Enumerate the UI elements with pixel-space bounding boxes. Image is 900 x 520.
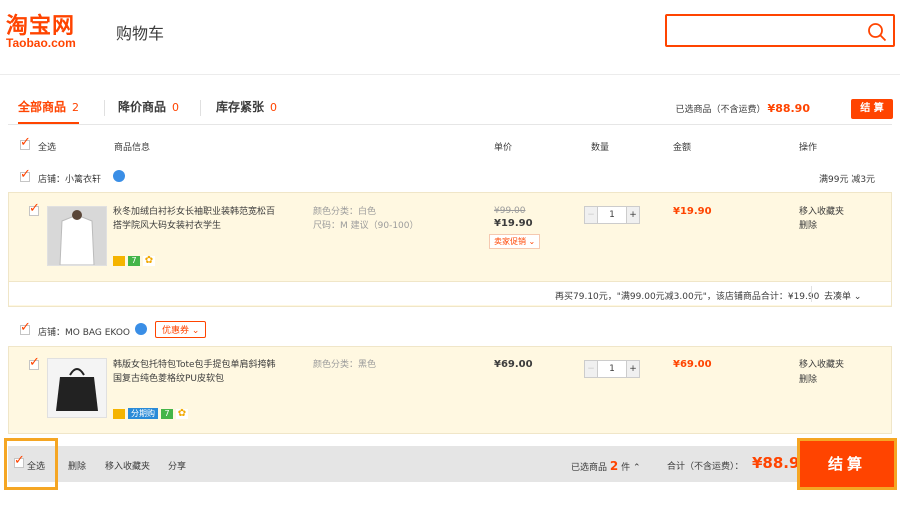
- checkout-button[interactable]: 结算: [797, 438, 897, 490]
- quantity-stepper[interactable]: − 1 +: [584, 206, 640, 224]
- handbag-icon: [48, 359, 106, 417]
- selected-count-unit: 件: [621, 463, 631, 473]
- selected-summary: 已选商品（不含运费） ¥88.90: [676, 102, 810, 115]
- search-input[interactable]: [665, 14, 895, 47]
- select-all-checkbox[interactable]: [20, 135, 31, 150]
- selected-summary-amount: ¥88.90: [767, 102, 810, 115]
- tab-low-stock-label: 库存紧张: [216, 100, 265, 114]
- installment-badge[interactable]: 分期购: [128, 408, 158, 419]
- quantity-input[interactable]: 1: [597, 361, 627, 377]
- taobao-logo-en[interactable]: Taobao.com: [6, 36, 76, 50]
- selected-summary-label: 已选商品（不含运费）: [675, 105, 766, 115]
- top-checkout-button[interactable]: 结 算: [851, 99, 893, 119]
- quantity-input[interactable]: 1: [597, 207, 627, 223]
- seven-day-return-icon[interactable]: 7: [128, 256, 140, 266]
- page-title: 购物车: [116, 24, 165, 43]
- tab-underline: [8, 124, 892, 125]
- coupon-label: 优惠券: [162, 326, 190, 336]
- shop-name[interactable]: 店铺：小篱衣轩: [38, 172, 101, 185]
- seller-promo-label: 卖家促销: [494, 237, 526, 246]
- add-more-link[interactable]: 去凑单 ⌄: [824, 289, 861, 302]
- original-price: ¥99.00: [494, 206, 526, 216]
- product-image[interactable]: [47, 206, 107, 266]
- chevron-down-icon: ⌄: [528, 237, 536, 246]
- footer-divider: [811, 286, 812, 302]
- col-select-all[interactable]: 全选: [38, 140, 56, 153]
- chevron-down-icon: ⌄: [853, 292, 862, 302]
- header-divider: [0, 74, 900, 75]
- tab-all[interactable]: 全部商品 2: [18, 94, 80, 124]
- increase-button[interactable]: +: [627, 361, 639, 377]
- move-to-favorites-link[interactable]: 移入收藏夹: [799, 205, 844, 220]
- bulk-move-favorites-link[interactable]: 移入收藏夹: [105, 459, 150, 472]
- item-checkbox[interactable]: [29, 201, 40, 216]
- selected-count[interactable]: 已选商品 2 件 ⌃: [571, 459, 641, 473]
- item-subtotal: ¥69.00: [673, 359, 712, 370]
- tab-all-label: 全部商品: [18, 100, 67, 114]
- selected-count-label: 已选商品: [571, 463, 608, 473]
- col-item-info: 商品信息: [114, 143, 151, 153]
- item-checkbox[interactable]: [29, 355, 40, 370]
- tab-divider: [200, 100, 201, 116]
- tab-price-drop-count: 0: [172, 101, 180, 114]
- shop-checkbox[interactable]: [20, 167, 31, 182]
- delete-item-link[interactable]: 删除: [799, 373, 817, 388]
- unit-price: ¥69.00: [494, 359, 533, 370]
- quantity-stepper[interactable]: − 1 +: [584, 360, 640, 378]
- total-label: 合计（不含运费）：: [667, 462, 744, 472]
- col-quantity: 数量: [591, 143, 610, 153]
- decrease-button[interactable]: −: [585, 207, 597, 223]
- guarantee-icon[interactable]: ✿: [143, 256, 155, 266]
- tab-price-drop-label: 降价商品: [118, 100, 167, 114]
- item-title[interactable]: 韩版女包托特包Tote包手提包单肩斜挎韩国复古纯色菱格纹PU皮软包: [113, 358, 283, 386]
- share-link[interactable]: 分享: [168, 459, 186, 472]
- shop-name[interactable]: 店铺：MO BAG EKOO: [38, 325, 130, 338]
- add-more-label: 去凑单: [824, 292, 852, 302]
- service-badges: 分期购 7 ✿: [113, 408, 191, 419]
- increase-button[interactable]: +: [627, 207, 639, 223]
- delete-item-link[interactable]: 删除: [799, 219, 817, 234]
- credit-card-icon[interactable]: [113, 408, 125, 419]
- seven-day-return-icon[interactable]: 7: [161, 408, 173, 419]
- unit-price: ¥19.90: [494, 218, 533, 229]
- item-subtotal: ¥19.90: [673, 206, 712, 217]
- tab-low-stock-count: 0: [270, 101, 278, 114]
- product-image[interactable]: [47, 358, 107, 418]
- col-actions: 操作: [799, 143, 818, 153]
- chat-icon[interactable]: [135, 323, 147, 335]
- shop-checkbox[interactable]: [20, 320, 31, 335]
- move-to-favorites-link[interactable]: 移入收藏夹: [799, 358, 844, 373]
- item-color-attr: 颜色分类：黑色: [313, 360, 377, 370]
- service-badges: 7 ✿: [113, 256, 158, 267]
- chat-icon[interactable]: [113, 170, 125, 182]
- tab-low-stock[interactable]: 库存紧张 0: [216, 94, 277, 124]
- seller-promo-dropdown[interactable]: 卖家促销 ⌄: [489, 234, 541, 249]
- col-amount: 金额: [673, 143, 692, 153]
- tab-all-count: 2: [72, 101, 80, 114]
- selected-count-number: 2: [609, 459, 619, 473]
- search-icon[interactable]: [867, 22, 887, 42]
- shop-footer: 再买79.10元，"满99.00元减3.00元"，该店铺商品合计：¥19.90 …: [9, 281, 891, 305]
- col-unit-price: 单价: [494, 143, 513, 153]
- guarantee-icon[interactable]: ✿: [176, 408, 188, 419]
- item-title[interactable]: 秋冬加绒白衬衫女长袖职业装韩范宽松百搭学院风大码女装衬衣学生: [113, 205, 283, 233]
- decrease-button[interactable]: −: [585, 361, 597, 377]
- item-color-attr: 颜色分类：白色: [313, 207, 377, 217]
- select-all-highlight: [4, 438, 58, 490]
- shop-footer-note: 再买79.10元，"满99.00元减3.00元"，该店铺商品合计：¥19.90: [555, 292, 820, 302]
- tab-divider: [104, 100, 105, 116]
- shop-promo: 满99元 减3元: [819, 175, 876, 185]
- chevron-up-icon: ⌃: [633, 463, 641, 473]
- item-size-attr: 尺码：M 建议（90-100）: [313, 221, 419, 231]
- shirt-icon: [48, 207, 106, 266]
- chevron-down-icon: ⌄: [191, 326, 200, 336]
- bulk-delete-link[interactable]: 删除: [68, 459, 86, 472]
- credit-card-icon[interactable]: [113, 256, 125, 266]
- tab-price-drop[interactable]: 降价商品 0: [118, 94, 179, 124]
- coupon-button[interactable]: 优惠券 ⌄: [155, 321, 207, 338]
